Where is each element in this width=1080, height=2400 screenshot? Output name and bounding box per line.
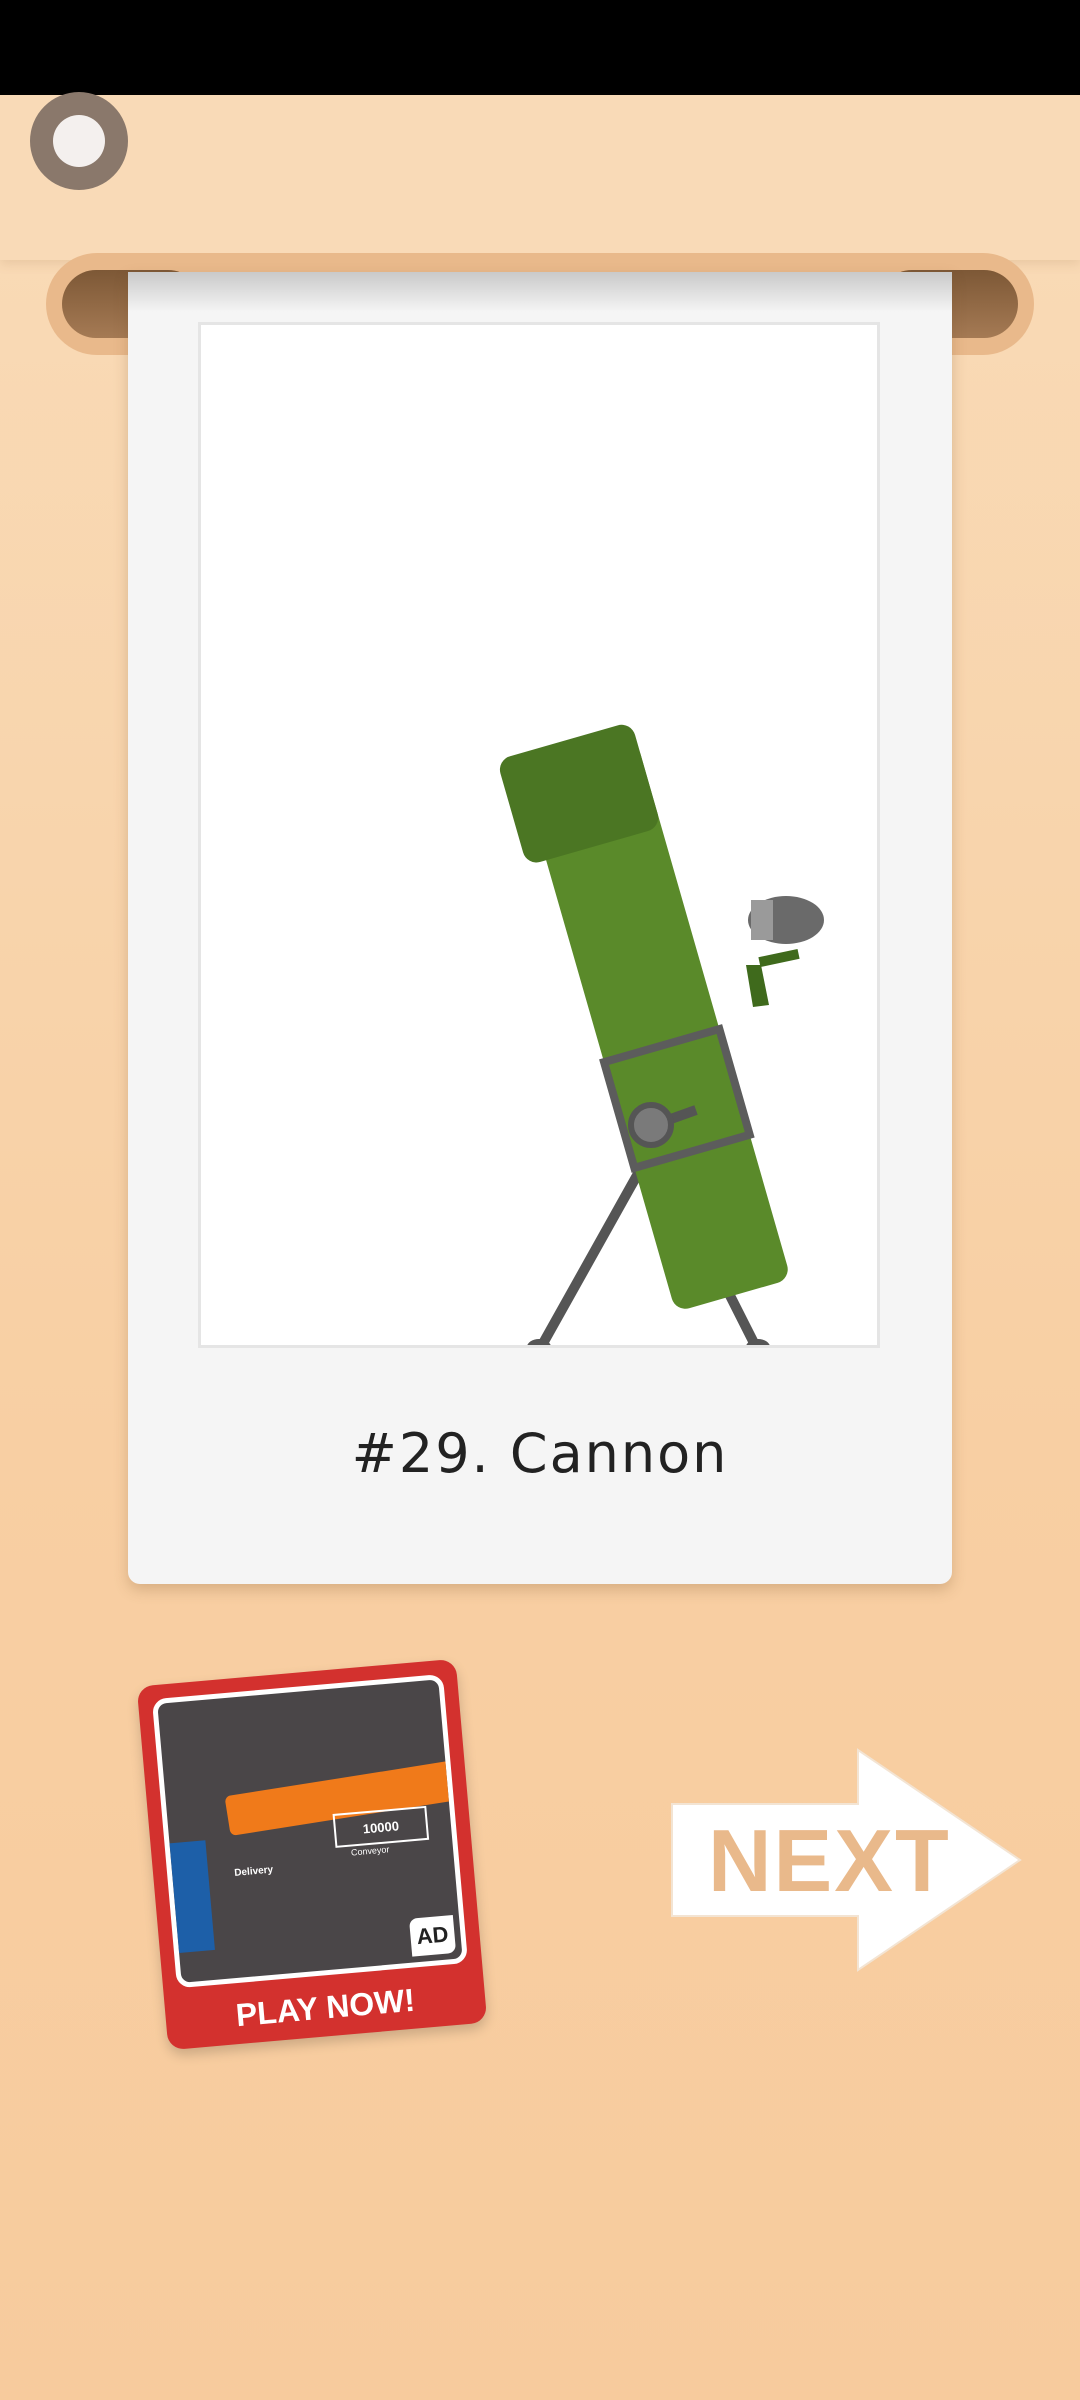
card-shadow	[128, 272, 952, 312]
ad-badge: AD	[408, 1914, 457, 1957]
record-button[interactable]	[30, 92, 128, 190]
picture-card: #29. Cannon	[128, 272, 952, 1584]
next-button[interactable]: NEXT	[668, 1748, 1028, 1972]
record-icon	[53, 115, 105, 167]
drawing-area	[198, 322, 880, 1348]
ad-banner[interactable]: 10000 Delivery Conveyor AD PLAY NOW!	[136, 1658, 488, 2051]
ad-label-delivery: Delivery	[233, 1864, 274, 1879]
ad-scene-wall	[169, 1840, 215, 1953]
ad-label-conveyor: Conveyor	[350, 1844, 390, 1858]
sight-icon	[746, 896, 824, 1007]
ad-price: 10000	[332, 1805, 430, 1848]
play-now-button[interactable]: PLAY NOW!	[164, 1976, 486, 2041]
cannon-barrel	[499, 724, 788, 1309]
top-band	[0, 95, 1080, 260]
picture-caption: #29. Cannon	[351, 1422, 729, 1485]
next-label: NEXT	[708, 1811, 951, 1910]
cannon-illustration	[499, 724, 824, 1345]
ad-preview: 10000 Delivery Conveyor AD	[151, 1673, 469, 1989]
status-bar	[0, 0, 1080, 95]
